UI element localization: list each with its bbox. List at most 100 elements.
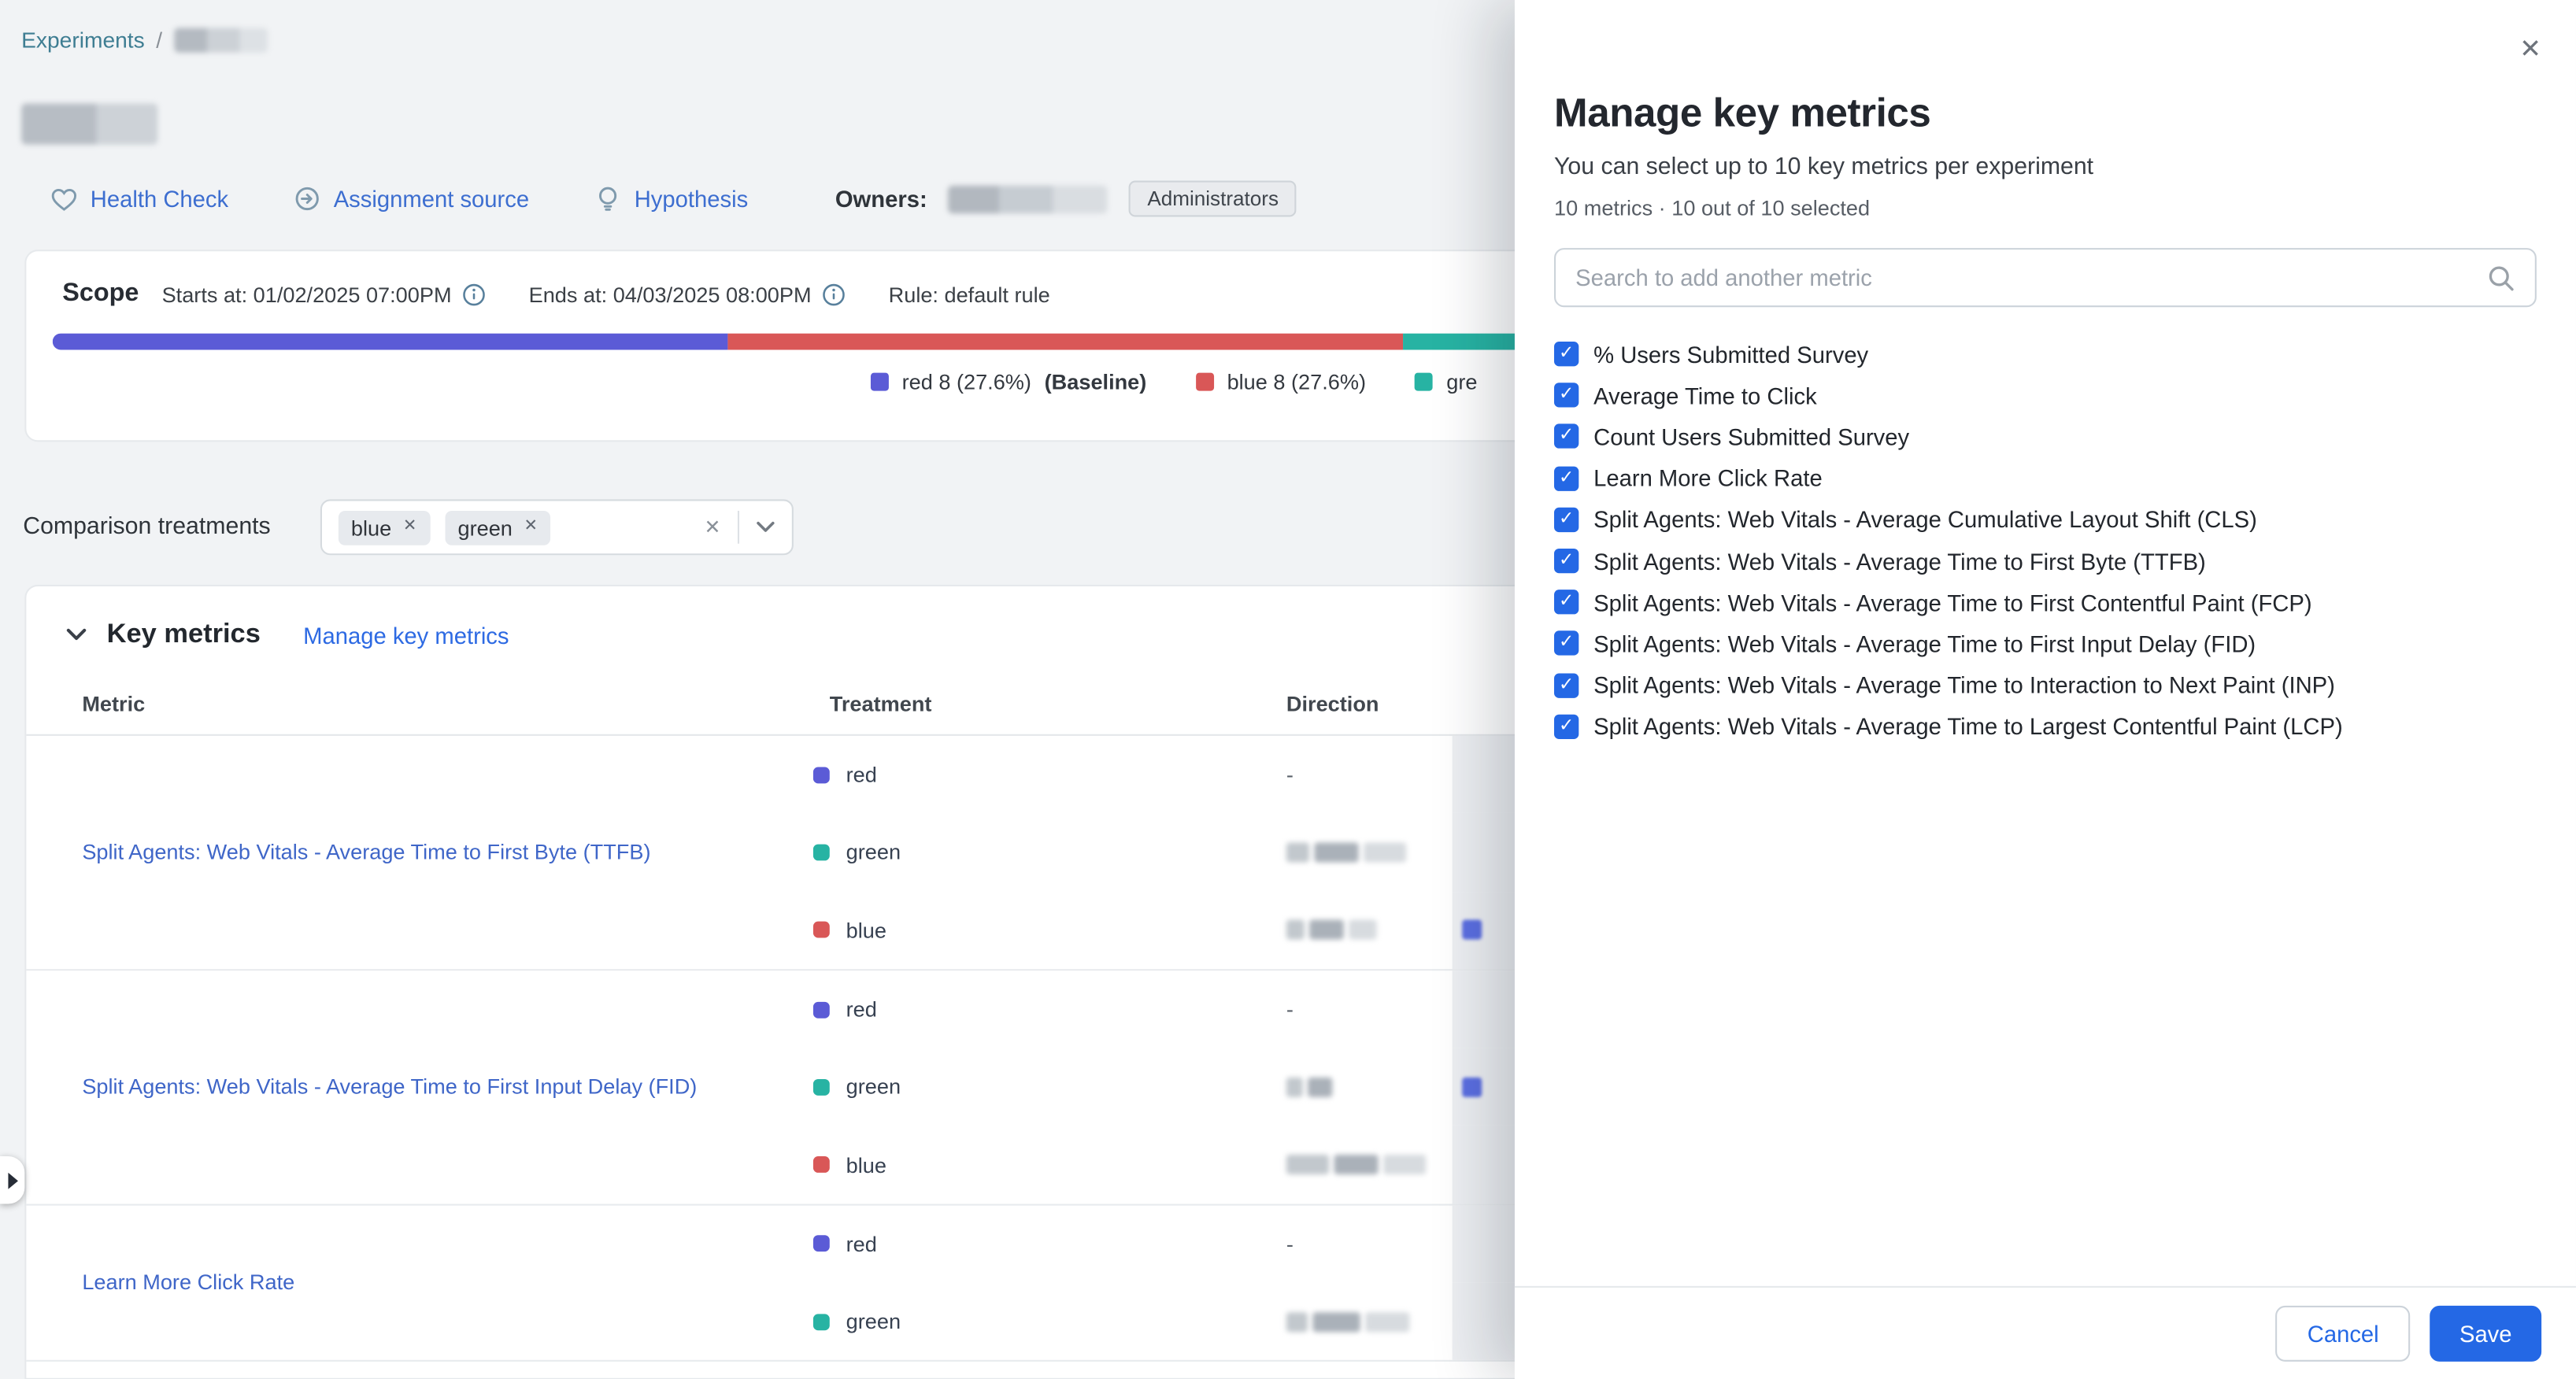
info-icon[interactable] [461, 282, 486, 306]
checked-checkbox[interactable]: ✓ [1554, 673, 1579, 697]
metric-link[interactable]: Split Agents: Web Vitals - Average Time … [82, 838, 700, 867]
administrators-badge: Administrators [1129, 181, 1297, 217]
treatment-color-dot [813, 1156, 830, 1173]
redacted-direction-value [1364, 842, 1406, 862]
direction-cell: - [1286, 763, 1453, 787]
checked-checkbox[interactable]: ✓ [1554, 549, 1579, 573]
clear-selection-icon[interactable]: ✕ [704, 517, 720, 537]
treatment-color-dot [813, 1001, 830, 1018]
save-button[interactable]: Save [2430, 1306, 2541, 1362]
breadcrumb: Experiments / [21, 28, 268, 52]
redacted-direction-value [1383, 1155, 1426, 1174]
scope-title: Scope [62, 279, 139, 309]
metric-checklist-item[interactable]: ✓% Users Submitted Survey [1554, 334, 2537, 375]
metric-cell: Learn More Click Rate [26, 1205, 813, 1360]
metric-checklist-label: Split Agents: Web Vitals - Average Cumul… [1593, 506, 2257, 532]
hypothesis-item: Hypothesis [595, 186, 749, 212]
treatment-cell: blue [813, 1152, 1286, 1177]
metric-checklist-label: Count Users Submitted Survey [1593, 423, 1909, 449]
experiment-title-redacted [21, 103, 157, 144]
scope-rule: Rule: default rule [889, 282, 1050, 306]
manage-key-metrics-panel: ✕ Manage key metrics You can select up t… [1515, 0, 2576, 1379]
metric-checklist-item[interactable]: ✓ Split Agents: Web Vitals - Average Cumu… [1554, 499, 2537, 541]
cancel-button[interactable]: Cancel [2276, 1306, 2410, 1362]
treatment-color-dot [813, 1314, 830, 1330]
legend-label: red 8 (27.6%) [902, 370, 1031, 394]
legend-swatch [1416, 373, 1434, 391]
treatment-color-dot [813, 1236, 830, 1252]
checked-checkbox[interactable]: ✓ [1554, 383, 1579, 408]
checked-checkbox[interactable]: ✓ [1554, 507, 1579, 531]
collapse-chevron-icon[interactable] [65, 627, 87, 642]
sidebar-expand-toggle[interactable] [0, 1156, 24, 1204]
hypothesis-link[interactable]: Hypothesis [635, 186, 749, 212]
redacted-direction-value [1308, 1078, 1332, 1097]
metric-search-input[interactable] [1575, 264, 2487, 290]
health-check-item: Health Check [51, 186, 228, 212]
breadcrumb-experiments-link[interactable]: Experiments [21, 28, 145, 52]
treatment-cell: red [813, 997, 1286, 1022]
remove-chip-icon[interactable]: ✕ [524, 519, 538, 535]
close-icon[interactable]: ✕ [2519, 38, 2541, 64]
checked-checkbox[interactable]: ✓ [1554, 714, 1579, 738]
search-icon [2487, 264, 2515, 291]
legend-item: blue 8 (27.6%) [1196, 370, 1366, 394]
direction-cell: - [1286, 997, 1453, 1022]
treatment-color-dot [813, 1079, 830, 1096]
metric-link[interactable]: Split Agents: Web Vitals - Average Time … [82, 1073, 746, 1102]
legend-label: gre [1446, 370, 1477, 394]
metric-checklist-item[interactable]: ✓Split Agents: Web Vitals - Average Time… [1554, 540, 2537, 582]
metric-checklist-item[interactable]: ✓ Split Agents: Web Vitals - Average Time… [1554, 664, 2537, 706]
checked-checkbox[interactable]: ✓ [1554, 590, 1579, 615]
assignment-source-item: Assignment source [294, 186, 530, 212]
metric-cell: Split Agents: Web Vitals - Average Time … [26, 736, 813, 969]
chip-label: green [458, 515, 513, 539]
chevron-down-icon[interactable] [755, 520, 775, 534]
panel-title: Manage key metrics [1554, 92, 2537, 138]
redacted-direction-value [1309, 920, 1344, 940]
metric-checklist-label: Split Agents: Web Vitals - Average Time … [1593, 672, 2335, 698]
treatment-color-dot [813, 922, 830, 938]
treatment-cell: green [813, 1310, 1286, 1334]
treatment-chip-blue[interactable]: blue✕ [338, 510, 430, 545]
treatment-name: green [846, 1310, 901, 1334]
treatment-color-dot [813, 767, 830, 783]
remove-chip-icon[interactable]: ✕ [403, 519, 417, 535]
checked-checkbox[interactable]: ✓ [1554, 631, 1579, 656]
direction-cell [1286, 920, 1453, 940]
hypothesis-icon [595, 186, 621, 212]
metric-checklist-item[interactable]: ✓Average Time to Click [1554, 375, 2537, 416]
metric-checklist-label: Split Agents: Web Vitals - Average Time … [1593, 630, 2256, 656]
treatment-cell: red [813, 1232, 1286, 1256]
breadcrumb-redacted-name [174, 28, 268, 52]
legend-item: gre [1416, 370, 1478, 394]
health-check-link[interactable]: Health Check [91, 186, 228, 212]
redacted-direction-value [1286, 1312, 1308, 1332]
checked-checkbox[interactable]: ✓ [1554, 424, 1579, 449]
treatment-cell: green [813, 1074, 1286, 1099]
metric-checklist-item[interactable]: ✓ Split Agents: Web Vitals - Average Time… [1554, 623, 2537, 665]
metric-checklist-item[interactable]: ✓Learn More Click Rate [1554, 457, 2537, 499]
treatment-chip-green[interactable]: green ✕ [445, 510, 551, 545]
info-icon[interactable] [821, 282, 846, 306]
treatment-name: blue [846, 1152, 886, 1177]
metric-link[interactable]: Learn More Click Rate [82, 1269, 343, 1298]
legend-item: red 8 (27.6%)(Baseline) [871, 370, 1146, 394]
comparison-treatments-select[interactable]: blue✕ green ✕ ✕ [320, 499, 793, 555]
metric-checklist-item[interactable]: ✓Split Agents: Web Vitals - Average Time… [1554, 582, 2537, 623]
legend-swatch [871, 373, 889, 391]
checked-checkbox[interactable]: ✓ [1554, 466, 1579, 490]
metric-checklist-item[interactable]: ✓ Count Users Submitted Survey [1554, 416, 2537, 458]
direction-cell [1286, 1312, 1453, 1332]
metric-checklist-item[interactable]: ✓Split Agents: Web Vitals - Average Time… [1554, 706, 2537, 748]
redacted-direction-value [1314, 842, 1358, 862]
column-header-direction: Direction [1286, 692, 1453, 716]
manage-key-metrics-link[interactable]: Manage key metrics [303, 622, 509, 648]
metric-cell: Split Agents: Web Vitals - Average Time … [26, 970, 813, 1203]
treatment-cell: red [813, 763, 1286, 787]
treatment-name: blue [846, 918, 886, 942]
redacted-direction-value [1286, 920, 1305, 940]
direction-cell: - [1286, 1232, 1453, 1256]
assignment-source-link[interactable]: Assignment source [334, 186, 529, 212]
checked-checkbox[interactable]: ✓ [1554, 342, 1579, 366]
